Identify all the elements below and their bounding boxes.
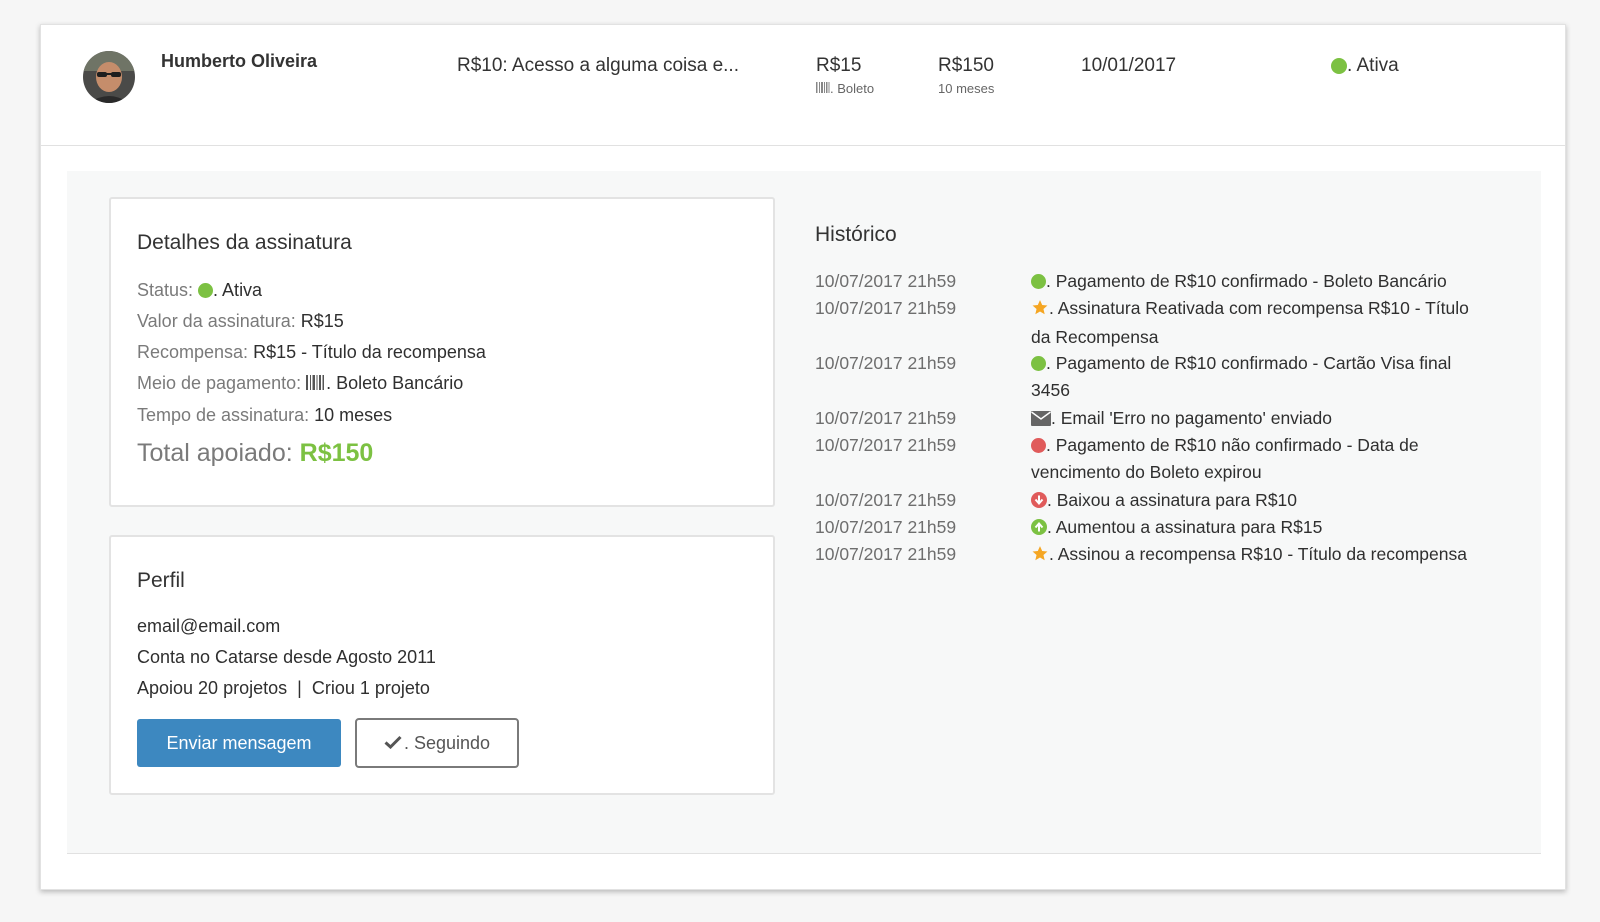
send-message-button[interactable]: Enviar mensagem	[137, 719, 341, 767]
arrow-up-circle-icon	[1031, 516, 1047, 543]
history-title: Histórico	[815, 223, 897, 246]
following-button[interactable]: . Seguindo	[355, 718, 519, 768]
subscription-date: 10/01/2017	[1081, 55, 1177, 76]
profile-stats: Apoiou 20 projetos | Criou 1 projeto	[137, 678, 430, 698]
check-icon	[384, 733, 402, 754]
avatar	[83, 51, 135, 103]
total-backed: Total apoiado: R$150	[137, 439, 374, 467]
profile-info: email@email.com Conta no Catarse desde A…	[137, 611, 436, 704]
subscription-details-area: Detalhes da assinatura Status: . Ativa V…	[67, 171, 1541, 854]
subscription-summary-row[interactable]: Humberto Oliveira R$10: Acesso a alguma …	[41, 25, 1565, 146]
detail-reward: Recompensa: R$15 - Título da recompensa	[137, 342, 486, 362]
total-backed-amount: R$150	[299, 439, 374, 467]
payment-method-label: . Boleto	[830, 81, 875, 96]
status-label: . Ativa	[1347, 55, 1399, 76]
barcode-icon	[816, 81, 830, 96]
green-dot-icon	[198, 283, 214, 298]
red-dot-icon	[1031, 438, 1046, 453]
envelope-icon	[1031, 407, 1051, 434]
total-value: R$150	[938, 55, 994, 76]
following-label: . Seguindo	[403, 732, 491, 753]
detail-duration: Tempo de assinatura: 10 meses	[137, 405, 393, 425]
subscription-value: R$15	[816, 55, 862, 76]
detail-status: Status: . Ativa	[137, 280, 263, 300]
barcode-icon	[306, 369, 326, 400]
detail-value: Valor da assinatura: R$15	[137, 311, 344, 331]
panel-title: Perfil	[137, 569, 185, 592]
panel-title: Detalhes da assinatura	[137, 231, 352, 254]
profile-panel: Perfil email@email.com Conta no Catarse …	[109, 535, 775, 795]
star-icon	[1031, 543, 1049, 570]
status-badge: . Ativa	[1331, 55, 1399, 77]
subscription-details-list: Status: . Ativa Valor da assinatura: R$1…	[137, 275, 486, 431]
profile-member-since: Conta no Catarse desde Agosto 2011	[137, 647, 436, 667]
subscription-card: Humberto Oliveira R$10: Acesso a alguma …	[40, 24, 1566, 890]
green-dot-icon	[1031, 274, 1046, 289]
subscriber-name: Humberto Oliveira	[161, 51, 318, 71]
detail-payment: Meio de pagamento: . Boleto Bancário	[137, 368, 486, 400]
subscription-details-panel: Detalhes da assinatura Status: . Ativa V…	[109, 197, 775, 507]
reward-summary: R$10: Acesso a alguma coisa e...	[457, 55, 739, 76]
profile-email: email@email.com	[137, 616, 281, 636]
payment-method: . Boleto	[816, 81, 874, 96]
subscription-duration: 10 meses	[938, 81, 995, 96]
green-dot-icon	[1331, 58, 1347, 74]
arrow-down-circle-icon	[1031, 489, 1047, 516]
star-icon	[1031, 297, 1049, 324]
green-dot-icon	[1031, 356, 1046, 371]
